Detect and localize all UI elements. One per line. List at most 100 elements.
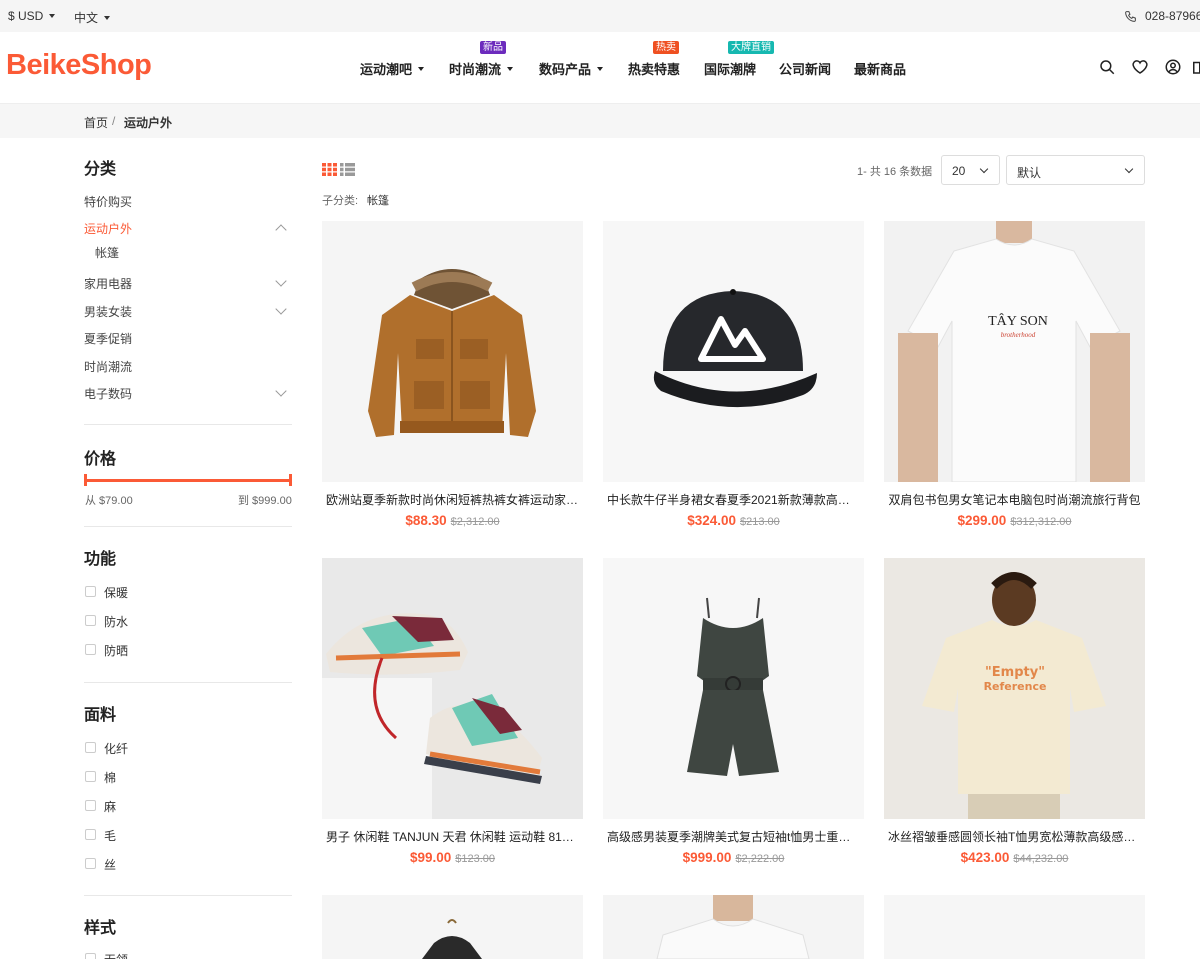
currency-label: $ USD xyxy=(8,9,44,23)
product-image[interactable] xyxy=(603,558,864,819)
chevron-down-icon[interactable] xyxy=(275,275,287,287)
category-item-fashion[interactable]: 时尚潮流 xyxy=(84,358,132,375)
product-image[interactable] xyxy=(603,221,864,482)
per-page-value: 20 xyxy=(952,164,966,178)
language-label: 中文 xyxy=(74,11,99,25)
product-price: $999.00 $2,222.00 xyxy=(603,850,864,865)
nav-item-fashion[interactable]: 时尚潮流 xyxy=(449,59,514,78)
search-icon[interactable] xyxy=(1098,58,1116,76)
category-item-summer-sale[interactable]: 夏季促销 xyxy=(84,330,132,347)
product-price: $423.00 $44,232.00 xyxy=(884,850,1145,865)
result-count: 1- 共 16 条数据 xyxy=(857,166,933,178)
chevron-down-icon xyxy=(507,66,514,71)
cart-icon[interactable] xyxy=(1192,58,1200,76)
category-item-outdoor[interactable]: 运动户外 xyxy=(84,220,132,237)
currency-selector[interactable]: $ USD xyxy=(8,9,56,23)
fabric-checkbox[interactable] xyxy=(85,742,96,753)
chevron-down-icon xyxy=(979,164,989,174)
list-view-icon[interactable] xyxy=(340,163,355,176)
product-price: $88.30 $2,312.00 xyxy=(322,513,583,528)
language-selector[interactable]: 中文 xyxy=(74,9,111,26)
fabric-checkbox[interactable] xyxy=(85,829,96,840)
grid-view-icon[interactable] xyxy=(322,163,337,176)
product-name[interactable]: 双肩包书包男女笔记本电脑包时尚潮流旅行背包 xyxy=(884,491,1145,508)
category-item-appliances[interactable]: 家用电器 xyxy=(84,275,132,292)
fabric-checkbox[interactable] xyxy=(85,771,96,782)
nav-label: 最新商品 xyxy=(854,62,907,77)
fabric-label: 棉 xyxy=(104,771,117,785)
product-image[interactable] xyxy=(603,895,864,959)
price-range-track[interactable] xyxy=(85,479,292,482)
category-item-tent[interactable]: 帐篷 xyxy=(95,244,119,261)
product-price: $299.00 $312,312.00 xyxy=(884,513,1145,528)
cap-image xyxy=(653,289,817,408)
product-name[interactable]: 高级感男装夏季潮牌美式复古短袖t恤男士重磅纯棉 xyxy=(603,828,864,845)
chevron-down-icon xyxy=(104,15,111,20)
per-page-select[interactable]: 20 xyxy=(941,155,1000,185)
current-price: $88.30 xyxy=(405,513,447,528)
price-max-label: 到 $999.00 xyxy=(238,495,292,507)
product-image[interactable] xyxy=(322,221,583,482)
product-image[interactable]: TÂY SON brotherhood xyxy=(884,221,1145,482)
account-icon[interactable] xyxy=(1164,58,1182,76)
current-price: $99.00 xyxy=(409,850,452,865)
breadcrumb-separator: / xyxy=(112,114,116,128)
current-price: $999.00 xyxy=(682,850,732,865)
product-name[interactable]: 男子 休闲鞋 TANJUN 天君 休闲鞋 运动鞋 812654 xyxy=(322,828,583,845)
feature-checkbox[interactable] xyxy=(85,644,96,655)
breadcrumb-current: 运动户外 xyxy=(124,116,173,130)
product-name[interactable]: 欧洲站夏季新款时尚休闲短裤热裤女裤运动家居短裤 xyxy=(322,491,583,508)
chevron-up-icon[interactable] xyxy=(275,224,287,236)
style-checkbox[interactable] xyxy=(85,953,96,959)
price-range-max-handle[interactable] xyxy=(289,474,292,486)
category-title: 分类 xyxy=(84,161,117,178)
product-image[interactable] xyxy=(884,895,1145,959)
fabric-checkbox[interactable] xyxy=(85,858,96,869)
current-price: $324.00 xyxy=(687,513,737,528)
feature-label: 防水 xyxy=(104,615,129,629)
nav-badge-hot: 热卖 xyxy=(653,41,679,54)
sort-select[interactable]: 默认 xyxy=(1006,155,1145,185)
chevron-down-icon xyxy=(418,66,425,71)
original-price: $312,312.00 xyxy=(1010,516,1072,528)
phone-contact[interactable]: 028-87966 xyxy=(1124,9,1200,23)
product-image[interactable] xyxy=(322,558,583,819)
breadcrumb-home[interactable]: 首页 xyxy=(84,114,108,131)
style-label: 无领 xyxy=(104,951,128,959)
category-item-sale[interactable]: 特价购买 xyxy=(84,193,132,210)
nav-item-intl-brands[interactable]: 国际潮牌 xyxy=(704,59,756,78)
nav-label: 热卖特惠 xyxy=(628,62,681,77)
chevron-down-icon xyxy=(597,66,604,71)
heart-icon[interactable] xyxy=(1131,58,1149,76)
product-name[interactable]: 中长款牛仔半身裙女春夏季2021新款薄款高腰显瘦 xyxy=(603,491,864,508)
product-price: $99.00 $123.00 xyxy=(322,850,583,865)
product-image[interactable] xyxy=(322,895,583,959)
product-name[interactable]: 冰丝褶皱垂感圆领长袖T恤男宽松薄款高级感v领上衣 xyxy=(884,828,1145,845)
chevron-down-icon[interactable] xyxy=(275,303,287,315)
category-item-electronics[interactable]: 电子数码 xyxy=(84,385,132,402)
nav-label: 运动潮吧 xyxy=(360,62,413,77)
current-price: $299.00 xyxy=(957,513,1007,528)
feature-checkbox[interactable] xyxy=(85,586,96,597)
nav-item-hot-deals[interactable]: 热卖特惠 xyxy=(628,59,680,78)
nav-item-company-news[interactable]: 公司新闻 xyxy=(779,59,831,78)
product-image[interactable]: "Empty" Reference xyxy=(884,558,1145,819)
price-range-min-handle[interactable] xyxy=(84,474,87,486)
fabric-label: 麻 xyxy=(104,800,117,814)
feature-checkbox[interactable] xyxy=(85,615,96,626)
nav-label: 公司新闻 xyxy=(779,62,832,77)
fabric-label: 丝 xyxy=(104,858,117,872)
chevron-down-icon[interactable] xyxy=(275,385,287,397)
feature-title: 功能 xyxy=(84,551,117,568)
fabric-label: 化纤 xyxy=(104,742,129,756)
nav-item-digital[interactable]: 数码产品 xyxy=(539,59,604,78)
original-price: $44,232.00 xyxy=(1013,853,1069,865)
nav-item-latest[interactable]: 最新商品 xyxy=(854,59,906,78)
subcategory-link-tent[interactable]: 帐篷 xyxy=(367,192,389,208)
nav-badge-brand: 大牌直销 xyxy=(728,41,774,54)
nav-item-sports[interactable]: 运动潮吧 xyxy=(360,59,425,78)
fabric-checkbox[interactable] xyxy=(85,800,96,811)
svg-text:brotherhood: brotherhood xyxy=(1001,331,1036,339)
category-item-apparel[interactable]: 男装女装 xyxy=(84,303,132,320)
logo[interactable]: BeikeShop xyxy=(6,49,152,82)
